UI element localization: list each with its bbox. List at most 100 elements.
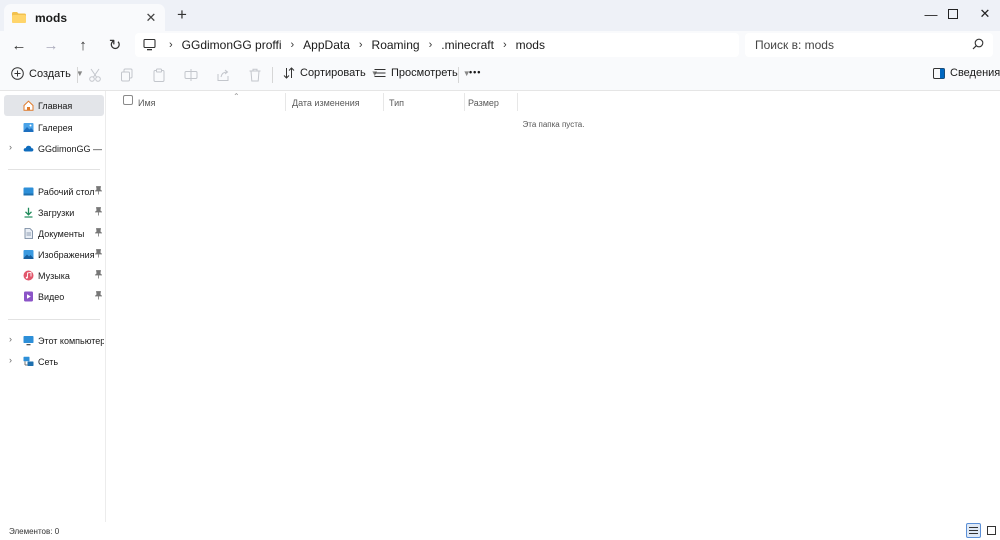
status-bar: Элементов: 0 [0,522,1000,540]
sidebar-item-label: Рабочий стол [38,186,95,197]
network-icon [23,356,34,366]
desktop-icon [23,187,34,196]
column-header-date-modified[interactable]: Дата изменения [292,94,382,111]
tab-title: mods [35,10,68,25]
pictures-icon [23,250,34,259]
sort-label: Сортировать [300,67,366,79]
column-divider[interactable] [383,93,384,111]
pin-icon[interactable] [95,207,102,216]
details-pane-icon [933,67,945,79]
tab-mods[interactable]: mods ✕ [4,4,165,31]
divider [77,67,78,83]
downloads-icon [24,207,33,218]
column-label: Дата изменения [292,97,360,108]
sidebar-item-videos[interactable]: Видео [4,286,104,307]
navigation-pane: Главная Галерея › GGdimonGG — Личное Раб… [0,91,106,522]
breadcrumb-item[interactable]: .minecraft [441,38,494,52]
sidebar-item-label: Главная [38,100,73,111]
column-divider[interactable] [464,93,465,111]
column-header-type[interactable]: Тип [389,94,463,111]
tiles-view-icon [987,526,996,535]
this-pc-icon [23,336,34,346]
breadcrumb-item[interactable]: Roaming [372,38,420,52]
pin-icon[interactable] [95,291,102,300]
sidebar-item-label: Документы [38,228,85,239]
divider [272,67,273,83]
sidebar-item-onedrive[interactable]: › GGdimonGG — Личное [4,138,104,159]
details-pane-button[interactable]: Сведения [933,67,1000,79]
create-button[interactable]: Создать ▼ [11,67,84,80]
maximize-icon [948,9,958,19]
address-bar[interactable]: › GGdimonGG proffi › AppData › Roaming ›… [135,33,739,57]
cut-icon[interactable] [88,68,102,82]
breadcrumb-separator: › [502,39,507,51]
folder-icon [12,12,26,23]
delete-icon[interactable] [248,68,262,82]
up-button[interactable]: ↑ [72,35,94,55]
sidebar-item-home[interactable]: Главная [4,95,104,116]
pin-icon[interactable] [95,249,102,258]
breadcrumb-separator: › [290,39,295,51]
column-header-size[interactable]: Размер [468,94,516,111]
breadcrumb-item[interactable]: AppData [303,38,350,52]
sidebar-item-music[interactable]: Музыка [4,265,104,286]
pin-icon[interactable] [95,186,102,195]
breadcrumb-separator: › [428,39,433,51]
breadcrumb-separator: › [169,39,173,51]
breadcrumb-current[interactable]: mods [516,38,545,52]
sidebar-item-label: Изображения [38,249,95,260]
sort-icon [283,67,295,79]
details-view-button[interactable] [966,523,981,538]
sidebar-item-gallery[interactable]: Галерея [4,117,104,138]
copy-icon[interactable] [120,68,134,82]
sidebar-item-this-pc[interactable]: › Этот компьютер [4,330,104,351]
refresh-button[interactable]: ↻ [104,35,126,55]
music-icon [23,270,34,281]
sidebar-item-desktop[interactable]: Рабочий стол [4,181,104,202]
sidebar-item-documents[interactable]: Документы [4,223,104,244]
paste-icon[interactable] [152,68,166,82]
back-button[interactable]: ← [8,35,30,55]
view-label: Просмотреть [391,67,458,79]
close-window-button[interactable]: ✕ [962,0,1000,28]
breadcrumb-item[interactable]: GGdimonGG proffi [182,38,282,52]
column-header-name[interactable]: Имя ⌃ [138,92,284,111]
view-button[interactable]: Просмотреть ▼ [374,67,471,79]
search-box[interactable] [745,33,993,57]
sidebar-item-downloads[interactable]: Загрузки [4,202,104,223]
large-icons-view-button[interactable] [984,523,999,538]
sidebar-item-network[interactable]: › Сеть [4,351,104,372]
sort-button[interactable]: Сортировать ▼ [283,67,379,79]
sort-caret-icon: ⌃ [233,92,240,101]
videos-icon [24,291,33,302]
column-label: Имя [138,97,156,108]
column-divider[interactable] [285,93,286,111]
sidebar-item-label: Видео [38,291,65,302]
column-label: Размер [468,97,499,108]
pin-icon[interactable] [95,228,102,237]
sidebar-item-pictures[interactable]: Изображения [4,244,104,265]
share-icon[interactable] [216,68,230,82]
view-icon [374,69,386,77]
select-all-checkbox[interactable] [123,95,133,105]
chevron-right-icon[interactable]: › [9,355,12,365]
onedrive-icon [23,145,34,152]
search-icon [972,38,984,50]
rename-icon[interactable] [184,68,198,82]
forward-button[interactable]: → [40,35,62,55]
divider [458,67,459,83]
search-input[interactable] [755,38,965,52]
gallery-icon [23,123,34,132]
details-view-icon [969,527,978,534]
more-options-button[interactable]: ••• [469,67,481,77]
pin-icon[interactable] [95,270,102,279]
sidebar-item-label: GGdimonGG — Личное [38,143,104,154]
sidebar-item-label: Галерея [38,122,73,133]
column-divider[interactable] [517,93,518,111]
chevron-right-icon[interactable]: › [9,334,12,344]
address-row: ← → ↑ ↻ › GGdimonGG proffi › AppData › R… [0,31,1000,59]
title-bar: mods ✕ + — ✕ [0,0,1000,31]
tab-close-button[interactable]: ✕ [144,10,158,26]
new-tab-button[interactable]: + [174,6,190,23]
chevron-right-icon[interactable]: › [9,142,12,152]
